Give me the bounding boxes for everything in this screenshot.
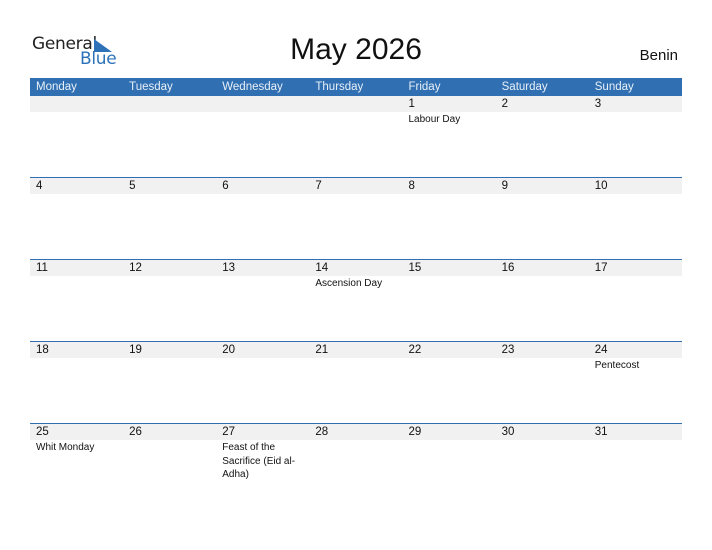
day-number: 27: [222, 426, 236, 438]
day-cell: [123, 96, 216, 177]
day-number: [129, 96, 216, 112]
day-cell: [309, 96, 402, 177]
day-number: 19: [129, 344, 142, 356]
day-cell: 4: [30, 178, 123, 259]
calendar-title: May 2026: [290, 33, 422, 66]
day-number: 15: [408, 262, 422, 274]
day-cell: 26: [123, 424, 216, 505]
day-number: 26: [129, 426, 142, 438]
day-cell: 9: [496, 178, 589, 259]
week-row: 4 5 6 7 8 9 10: [30, 177, 682, 259]
day-cell: 1 Labour Day: [403, 96, 496, 177]
day-number: [315, 96, 402, 112]
day-cell: 19: [123, 342, 216, 423]
day-cell: 22: [403, 342, 496, 423]
day-number: 30: [501, 426, 515, 438]
holiday-label: Whit Monday: [36, 442, 95, 453]
day-number: 31: [594, 426, 608, 438]
weekday-thursday: Thursday: [315, 81, 364, 93]
day-cell: 29: [403, 424, 496, 505]
holiday-label: Ascension Day: [315, 278, 383, 289]
day-number: 12: [129, 262, 142, 274]
day-cell: 18: [30, 342, 123, 423]
day-number: 23: [501, 344, 515, 356]
day-number: 7: [315, 180, 322, 192]
weeks-container: 1 Labour Day 2 3 4 5 6 7 8 9 10 11 12 13 14 Ascension D…: [30, 96, 682, 505]
day-cell: 10: [589, 178, 682, 259]
day-cell: 5: [123, 178, 216, 259]
day-cell: 21: [309, 342, 402, 423]
day-number: 11: [36, 262, 48, 274]
day-number: 5: [129, 180, 136, 192]
holiday-label: Feast of the Sacrifice (Eid al-Adha): [222, 442, 296, 480]
day-cell: 2: [496, 96, 589, 177]
day-number: 14: [315, 262, 329, 274]
day-number: 22: [408, 344, 422, 356]
day-cell: 23: [496, 342, 589, 423]
day-number: 6: [222, 180, 229, 192]
day-number: 2: [501, 98, 509, 110]
day-number: 3: [594, 98, 602, 110]
day-number: 1: [408, 98, 415, 110]
day-number: 4: [36, 180, 43, 192]
week-row: 1 Labour Day 2 3: [30, 96, 682, 177]
day-cell: 25 Whit Monday: [30, 424, 123, 505]
day-number: 29: [408, 426, 422, 438]
day-cell: 31: [589, 424, 682, 505]
day-cell: 27 Feast of the Sacrifice (Eid al-Adha): [216, 424, 309, 505]
day-number: [222, 96, 309, 112]
week-row: 25 Whit Monday 26 27 Feast of the Sacrifice …: [30, 423, 682, 505]
day-cell: 28: [309, 424, 402, 505]
day-number: [36, 96, 123, 112]
day-cell: 16: [496, 260, 589, 341]
calendar-grid: Monday Tuesday Wednesday Thursday Friday Satu…: [30, 78, 682, 505]
weekday-wednesday: Wednesday: [222, 81, 283, 93]
day-number: 28: [315, 426, 329, 438]
day-cell: 11: [30, 260, 123, 341]
day-number: 13: [222, 262, 236, 274]
weekday-friday: Friday: [408, 81, 441, 93]
weekday-monday: Monday: [36, 81, 77, 93]
day-number: 18: [36, 344, 49, 356]
day-number: 17: [594, 262, 608, 274]
day-number: 25: [36, 426, 49, 438]
day-cell: 20: [216, 342, 309, 423]
day-cell: 14 Ascension Day: [309, 260, 402, 341]
day-number: 24: [594, 344, 608, 356]
day-number: 9: [501, 180, 509, 192]
day-cell: 24 Pentecost: [589, 342, 682, 423]
country-label: Benin: [639, 47, 678, 64]
day-number: 8: [408, 180, 415, 192]
holiday-label: Pentecost: [594, 360, 640, 371]
day-cell: 12: [123, 260, 216, 341]
day-cell: 8: [403, 178, 496, 259]
day-number: 20: [222, 344, 236, 356]
week-row: 18 19 20 21 22 23 24 Pentecost: [30, 341, 682, 423]
weekday-header: Monday Tuesday Wednesday Thursday Friday Satu…: [30, 78, 682, 96]
day-number: 16: [501, 262, 515, 274]
day-number: 10: [594, 180, 608, 192]
day-cell: 17: [589, 260, 682, 341]
day-cell: 7: [309, 178, 402, 259]
day-number: 21: [315, 344, 329, 356]
day-cell: 3: [589, 96, 682, 177]
week-row: 11 12 13 14 Ascension Day 15 16 17: [30, 259, 682, 341]
weekday-sunday: Sunday: [594, 81, 634, 93]
weekday-tuesday: Tuesday: [129, 81, 173, 93]
day-cell: 30: [496, 424, 589, 505]
day-cell: 13: [216, 260, 309, 341]
weekday-saturday: Saturday: [501, 81, 548, 93]
day-cell: [30, 96, 123, 177]
day-cell: [216, 96, 309, 177]
day-cell: 15: [403, 260, 496, 341]
day-cell: 6: [216, 178, 309, 259]
holiday-label: Labour Day: [408, 114, 461, 125]
